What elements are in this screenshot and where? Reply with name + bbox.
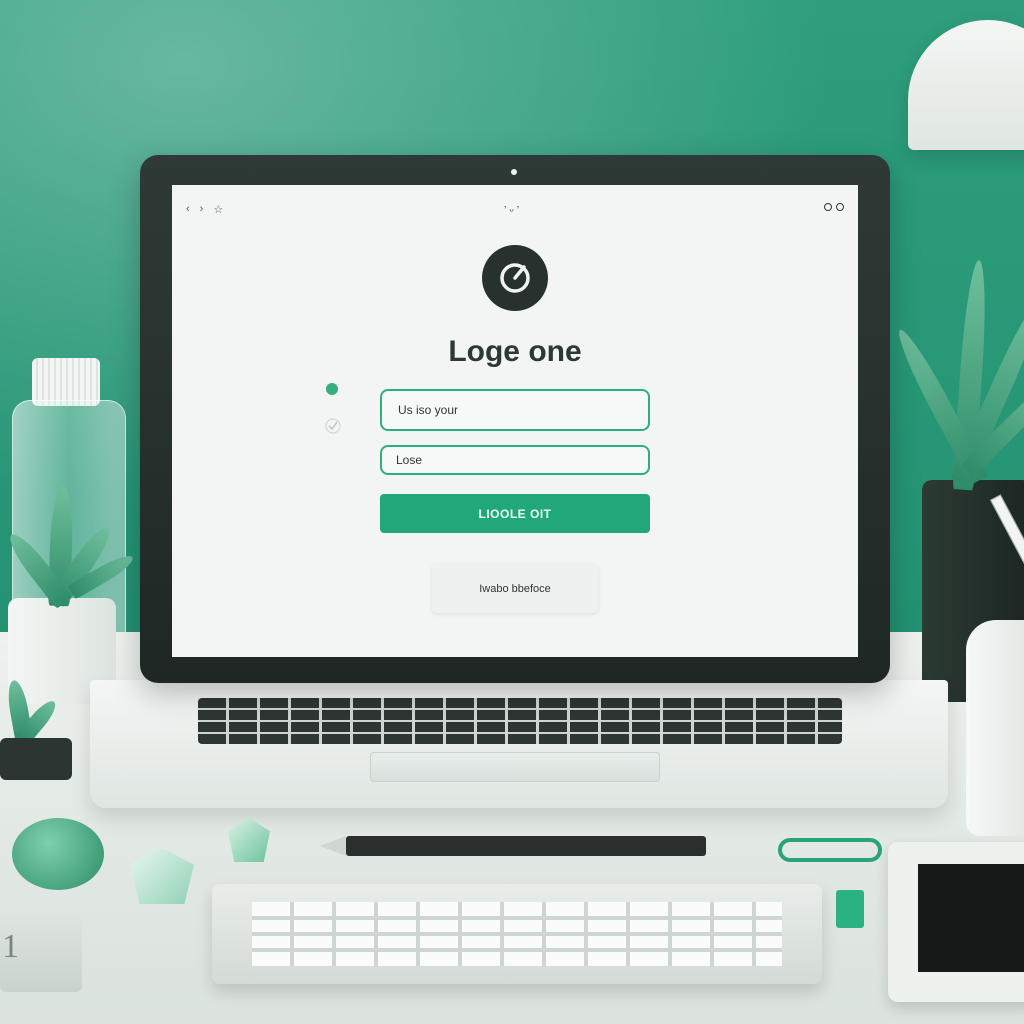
desk-scene: ‹ › ☆ ʼ ᵕ ʼ Loge one Us iso your Lose LI… bbox=[0, 0, 1024, 1024]
notebook: 1 bbox=[0, 912, 82, 992]
bottle-cap bbox=[32, 358, 100, 406]
forward-icon[interactable]: › bbox=[200, 203, 204, 216]
check-icon bbox=[324, 417, 342, 435]
back-icon[interactable]: ‹ bbox=[186, 203, 190, 216]
login-screen: ‹ › ☆ ʼ ᵕ ʼ Loge one Us iso your Lose LI… bbox=[172, 185, 858, 657]
secondary-button[interactable]: Iwabo bbefoce bbox=[432, 565, 598, 613]
tablet bbox=[888, 842, 1024, 1002]
username-field[interactable]: Us iso your bbox=[380, 389, 650, 431]
power-icon bbox=[482, 245, 548, 311]
status-dot bbox=[326, 383, 338, 395]
pencil-cup bbox=[966, 620, 1024, 836]
circle-icon[interactable] bbox=[836, 203, 844, 211]
succulent-pot bbox=[0, 738, 72, 780]
login-button[interactable]: LIOOLE OIT bbox=[380, 494, 650, 533]
window-toolbar-right bbox=[824, 203, 844, 211]
notebook-number: 1 bbox=[2, 928, 19, 965]
webcam bbox=[511, 169, 517, 175]
decorative-stone bbox=[12, 818, 104, 890]
keyboard-keys bbox=[252, 902, 782, 966]
window-toolbar-left: ‹ › ☆ bbox=[186, 203, 223, 216]
external-keyboard bbox=[212, 884, 822, 984]
window-title: ʼ ᵕ ʼ bbox=[504, 205, 520, 217]
binder-clip bbox=[778, 838, 882, 862]
laptop-base bbox=[90, 680, 948, 808]
trackpad bbox=[370, 752, 660, 782]
pen bbox=[346, 836, 706, 856]
circle-icon[interactable] bbox=[824, 203, 832, 211]
pen-tip bbox=[320, 836, 346, 856]
page-title: Loge one bbox=[448, 335, 582, 368]
star-icon[interactable]: ☆ bbox=[213, 203, 223, 216]
eraser bbox=[836, 890, 864, 928]
laptop-lid: ‹ › ☆ ʼ ᵕ ʼ Loge one Us iso your Lose LI… bbox=[140, 155, 890, 683]
laptop-keyboard bbox=[198, 698, 842, 744]
password-field[interactable]: Lose bbox=[380, 445, 650, 475]
username-field-text: Us iso your bbox=[398, 403, 459, 417]
password-field-text: Lose bbox=[396, 453, 423, 467]
tablet-screen bbox=[918, 864, 1024, 972]
